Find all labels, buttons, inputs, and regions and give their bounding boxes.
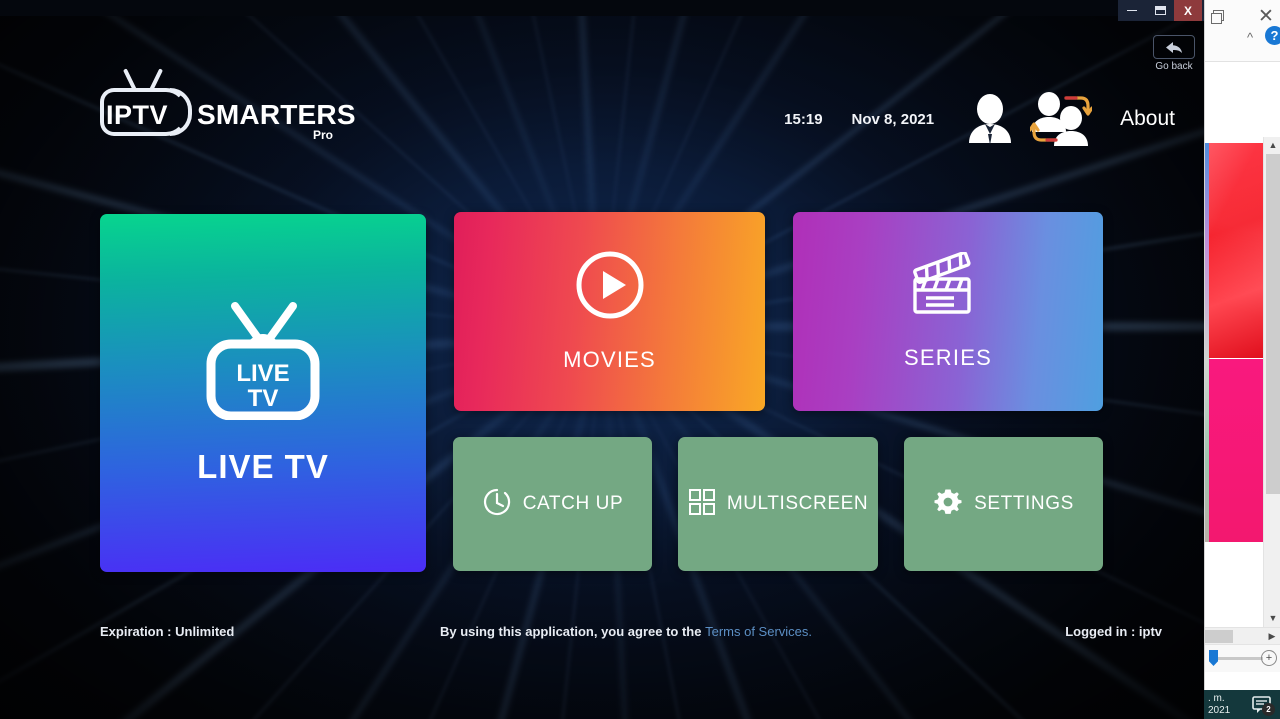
window-titlebar: X (1118, 0, 1204, 21)
tile-movies[interactable]: MOVIES (454, 212, 765, 411)
clapperboard-icon (909, 251, 987, 323)
go-back-button[interactable]: Go back (1153, 35, 1195, 77)
clock-glyph (483, 488, 510, 515)
iptv-smarters-app-window: IPTV SMARTERS Pro 15:19 Nov 8, 2021 Abou… (0, 0, 1204, 719)
play-circle-glyph (576, 251, 643, 319)
horizontal-scrollbar[interactable]: ▶ (1205, 627, 1280, 644)
scroll-right-arrow-icon[interactable]: ▶ (1265, 628, 1279, 645)
terms-prefix-text: By using this application, you agree to … (440, 624, 706, 639)
tile-multiscreen-content: MULTISCREEN (688, 488, 868, 521)
background-window[interactable]: ✕ ^ ? ▲ ▼ ▶ + (1204, 0, 1280, 690)
scroll-down-arrow-icon[interactable]: ▼ (1264, 610, 1280, 627)
notification-message-icon[interactable]: 2 (1252, 695, 1275, 716)
grid-four-squares-icon (688, 488, 716, 521)
background-image-red (1209, 143, 1263, 358)
close-window-icon[interactable]: ✕ (1257, 7, 1275, 26)
gear-icon (933, 487, 963, 522)
svg-text:LIVE: LIVE (236, 360, 289, 387)
tile-series-label: SERIES (904, 345, 992, 370)
svg-text:TV: TV (248, 385, 279, 412)
grid-glyph (688, 488, 715, 515)
tile-catch-up[interactable]: CATCH UP (453, 437, 652, 571)
go-back-label: Go back (1155, 61, 1193, 72)
tile-series[interactable]: SERIES (793, 212, 1103, 411)
notification-count-badge: 2 (1262, 703, 1275, 716)
tile-settings[interactable]: SETTINGS (904, 437, 1103, 571)
hscrollbar-thumb[interactable] (1205, 630, 1233, 643)
tile-live-tv[interactable]: LIVE TV LIVE TV (100, 214, 426, 572)
background-window-titlebar: ✕ ^ ? (1205, 0, 1280, 62)
tile-settings-content: SETTINGS (933, 487, 1074, 522)
clock-icon (482, 487, 512, 522)
tile-live-tv-label: LIVE TV (197, 448, 329, 485)
back-arrow-icon (1166, 41, 1182, 53)
gear-glyph (934, 489, 962, 514)
terms-of-services-link[interactable]: Terms of Services. (705, 624, 812, 639)
scrollbar-thumb[interactable] (1266, 154, 1280, 494)
zoom-slider-thumb[interactable] (1209, 650, 1218, 666)
taskbar-clock[interactable]: . m. 2021 (1208, 693, 1230, 717)
taskbar-clock-time: . m. (1208, 693, 1225, 704)
minimize-button[interactable] (1118, 0, 1146, 21)
taskbar-clock-date: 2021 (1208, 705, 1231, 716)
restore-window-icon[interactable] (1211, 10, 1225, 24)
play-circle-icon (575, 250, 645, 325)
app-footer: Expiration : Unlimited By using this app… (0, 624, 1204, 648)
zoom-in-icon[interactable]: + (1261, 650, 1277, 666)
tile-movies-label: MOVIES (563, 347, 656, 372)
vertical-scrollbar[interactable]: ▲ ▼ (1263, 137, 1280, 627)
tiles-grid: LIVE TV LIVE TV MOVIES SERIES CATCH UP M… (0, 0, 1204, 719)
screen: ✕ ^ ? ▲ ▼ ▶ + . m. 2021 2 IPTV SMARTERS … (0, 0, 1280, 719)
scroll-up-arrow-icon[interactable]: ▲ (1264, 137, 1280, 154)
retro-tv-glyph: LIVE TV (206, 302, 320, 421)
restore-icon (1154, 6, 1166, 15)
zoom-slider[interactable] (1211, 657, 1263, 660)
maximize-button[interactable] (1146, 0, 1174, 21)
expiration-status: Expiration : Unlimited (100, 624, 235, 639)
background-image-pink (1209, 359, 1263, 542)
close-button[interactable]: X (1174, 0, 1202, 21)
retro-tv-icon: LIVE TV (201, 300, 325, 421)
background-window-statusbar: + (1205, 644, 1280, 672)
terms-notice: By using this application, you agree to … (440, 624, 812, 639)
logged-in-status: Logged in : iptv (1065, 624, 1162, 639)
tile-settings-label: SETTINGS (974, 493, 1074, 514)
taskbar[interactable]: . m. 2021 2 (1204, 690, 1280, 719)
minimize-icon (1127, 9, 1137, 12)
tile-multiscreen[interactable]: MULTISCREEN (678, 437, 878, 571)
tile-catch-up-label: CATCH UP (522, 493, 624, 514)
tile-catch-up-content: CATCH UP (482, 487, 624, 522)
help-question-icon[interactable]: ? (1265, 26, 1280, 45)
chevron-up-icon[interactable]: ^ (1247, 30, 1253, 45)
background-window-content: ▲ ▼ ▶ + (1205, 62, 1280, 690)
tile-multiscreen-label: MULTISCREEN (726, 493, 869, 514)
clapperboard-glyph (913, 251, 971, 314)
go-back-button-box (1153, 35, 1195, 59)
